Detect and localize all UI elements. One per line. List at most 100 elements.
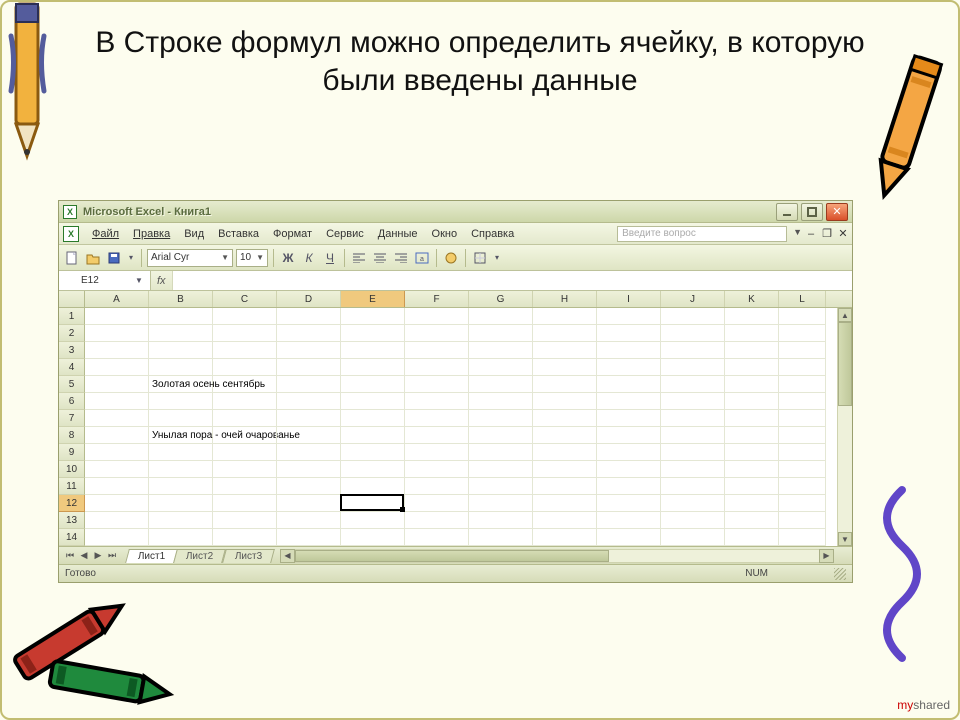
- tab-nav-first-icon[interactable]: ⏮: [63, 549, 77, 563]
- cell-G2[interactable]: [469, 325, 533, 342]
- cell-A8[interactable]: [85, 427, 149, 444]
- column-header-L[interactable]: L: [779, 291, 826, 307]
- row-header-8[interactable]: 8: [59, 427, 85, 444]
- row-header-13[interactable]: 13: [59, 512, 85, 529]
- row-header-2[interactable]: 2: [59, 325, 85, 342]
- italic-button[interactable]: К: [300, 249, 318, 267]
- cell-D6[interactable]: [277, 393, 341, 410]
- cell-L4[interactable]: [779, 359, 826, 376]
- cell-A7[interactable]: [85, 410, 149, 427]
- cell-G6[interactable]: [469, 393, 533, 410]
- cell-L13[interactable]: [779, 512, 826, 529]
- cell-J6[interactable]: [661, 393, 725, 410]
- cell-K1[interactable]: [725, 308, 779, 325]
- bold-button[interactable]: Ж: [279, 249, 297, 267]
- cell-I14[interactable]: [597, 529, 661, 546]
- column-header-I[interactable]: I: [597, 291, 661, 307]
- title-bar[interactable]: X Microsoft Excel - Книга1 ✕: [59, 201, 852, 223]
- cell-L1[interactable]: [779, 308, 826, 325]
- cell-J4[interactable]: [661, 359, 725, 376]
- align-left-button[interactable]: [350, 249, 368, 267]
- column-header-J[interactable]: J: [661, 291, 725, 307]
- cell-G3[interactable]: [469, 342, 533, 359]
- cell-L3[interactable]: [779, 342, 826, 359]
- cell-D2[interactable]: [277, 325, 341, 342]
- cell-G4[interactable]: [469, 359, 533, 376]
- cell-I5[interactable]: [597, 376, 661, 393]
- cell-E2[interactable]: [341, 325, 405, 342]
- sheet-tab-2[interactable]: Лист2: [173, 549, 226, 563]
- cell-B1[interactable]: [149, 308, 213, 325]
- cell-I13[interactable]: [597, 512, 661, 529]
- cell-H14[interactable]: [533, 529, 597, 546]
- menu-insert[interactable]: Вставка: [211, 225, 266, 243]
- cell-I8[interactable]: [597, 427, 661, 444]
- row-header-3[interactable]: 3: [59, 342, 85, 359]
- row-header-1[interactable]: 1: [59, 308, 85, 325]
- cell-B4[interactable]: [149, 359, 213, 376]
- cell-H1[interactable]: [533, 308, 597, 325]
- cell-F12[interactable]: [405, 495, 469, 512]
- cell-E11[interactable]: [341, 478, 405, 495]
- cell-J8[interactable]: [661, 427, 725, 444]
- cell-H6[interactable]: [533, 393, 597, 410]
- cell-K12[interactable]: [725, 495, 779, 512]
- column-header-C[interactable]: C: [213, 291, 277, 307]
- row-header-11[interactable]: 11: [59, 478, 85, 495]
- cell-H9[interactable]: [533, 444, 597, 461]
- cell-B6[interactable]: [149, 393, 213, 410]
- column-header-D[interactable]: D: [277, 291, 341, 307]
- cell-G12[interactable]: [469, 495, 533, 512]
- toolbar-more-1[interactable]: ▾: [126, 249, 136, 267]
- horizontal-scroll-thumb[interactable]: [295, 550, 609, 562]
- cell-D1[interactable]: [277, 308, 341, 325]
- cell-K4[interactable]: [725, 359, 779, 376]
- formula-input[interactable]: [172, 271, 852, 290]
- horizontal-scrollbar[interactable]: ◀ ▶: [280, 549, 834, 563]
- column-header-G[interactable]: G: [469, 291, 533, 307]
- cell-I12[interactable]: [597, 495, 661, 512]
- cell-F11[interactable]: [405, 478, 469, 495]
- cell-H3[interactable]: [533, 342, 597, 359]
- cell-F3[interactable]: [405, 342, 469, 359]
- cell-B14[interactable]: [149, 529, 213, 546]
- cell-A5[interactable]: [85, 376, 149, 393]
- menu-file[interactable]: Файл: [85, 225, 126, 243]
- cell-A10[interactable]: [85, 461, 149, 478]
- cell-C6[interactable]: [213, 393, 277, 410]
- cell-K7[interactable]: [725, 410, 779, 427]
- cell-C14[interactable]: [213, 529, 277, 546]
- cell-K9[interactable]: [725, 444, 779, 461]
- cell-G14[interactable]: [469, 529, 533, 546]
- cell-D8[interactable]: [277, 427, 341, 444]
- cell-L9[interactable]: [779, 444, 826, 461]
- cell-I4[interactable]: [597, 359, 661, 376]
- cell-L6[interactable]: [779, 393, 826, 410]
- font-selector[interactable]: Arial Cyr▼: [147, 249, 233, 267]
- column-header-F[interactable]: F: [405, 291, 469, 307]
- menu-view[interactable]: Вид: [177, 225, 211, 243]
- cell-C13[interactable]: [213, 512, 277, 529]
- cell-D10[interactable]: [277, 461, 341, 478]
- cell-A2[interactable]: [85, 325, 149, 342]
- cell-C1[interactable]: [213, 308, 277, 325]
- cell-G13[interactable]: [469, 512, 533, 529]
- cell-C2[interactable]: [213, 325, 277, 342]
- cell-E9[interactable]: [341, 444, 405, 461]
- vertical-scrollbar[interactable]: ▲ ▼: [837, 308, 852, 546]
- resize-grip-icon[interactable]: [834, 568, 846, 580]
- cell-H13[interactable]: [533, 512, 597, 529]
- cell-B8[interactable]: Унылая пора - очей очарованье: [149, 427, 213, 444]
- column-header-A[interactable]: A: [85, 291, 149, 307]
- row-header-4[interactable]: 4: [59, 359, 85, 376]
- cell-F4[interactable]: [405, 359, 469, 376]
- cell-J3[interactable]: [661, 342, 725, 359]
- cell-J1[interactable]: [661, 308, 725, 325]
- cell-I11[interactable]: [597, 478, 661, 495]
- cell-J14[interactable]: [661, 529, 725, 546]
- cell-B10[interactable]: [149, 461, 213, 478]
- cell-E12[interactable]: [341, 495, 405, 512]
- cell-E8[interactable]: [341, 427, 405, 444]
- minimize-button[interactable]: [776, 203, 798, 221]
- cell-K6[interactable]: [725, 393, 779, 410]
